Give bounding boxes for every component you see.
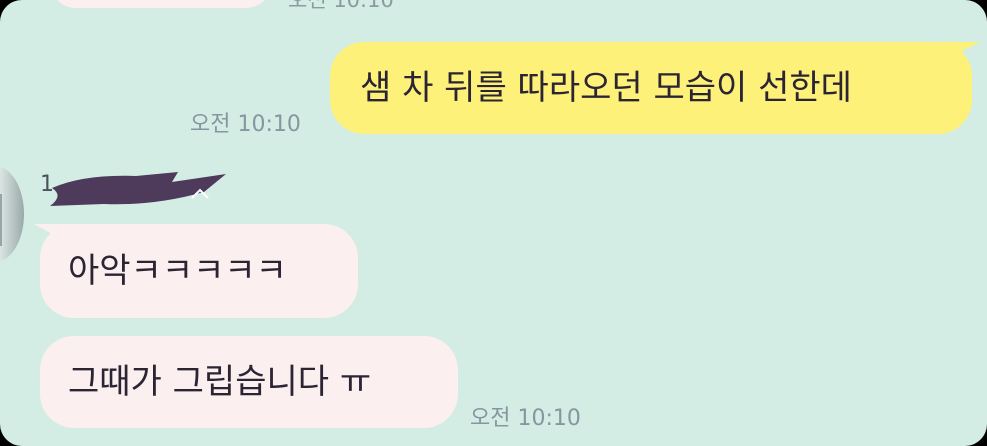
- received-message-bubble[interactable]: 그때가 그립습니다 ㅠ: [40, 336, 458, 428]
- my-message-text: 샘 차 뒤를 따라오던 모습이 선한데: [360, 68, 852, 108]
- received-message-text: 아악ㅋㅋㅋㅋㅋ: [68, 251, 287, 291]
- my-message-bubble[interactable]: 샘 차 뒤를 따라오던 모습이 선한데: [330, 42, 972, 134]
- redaction-scribble: [50, 172, 226, 206]
- my-message-time: 오전 10:10: [190, 112, 301, 137]
- previous-message-time: 오전 10:10: [288, 0, 394, 12]
- received-message-time: 오전 10:10: [470, 406, 581, 431]
- received-message-text: 그때가 그립습니다 ㅠ: [68, 362, 372, 402]
- previous-message-bubble[interactable]: [50, 0, 272, 8]
- received-message-bubble[interactable]: 아악ㅋㅋㅋㅋㅋ: [40, 224, 358, 318]
